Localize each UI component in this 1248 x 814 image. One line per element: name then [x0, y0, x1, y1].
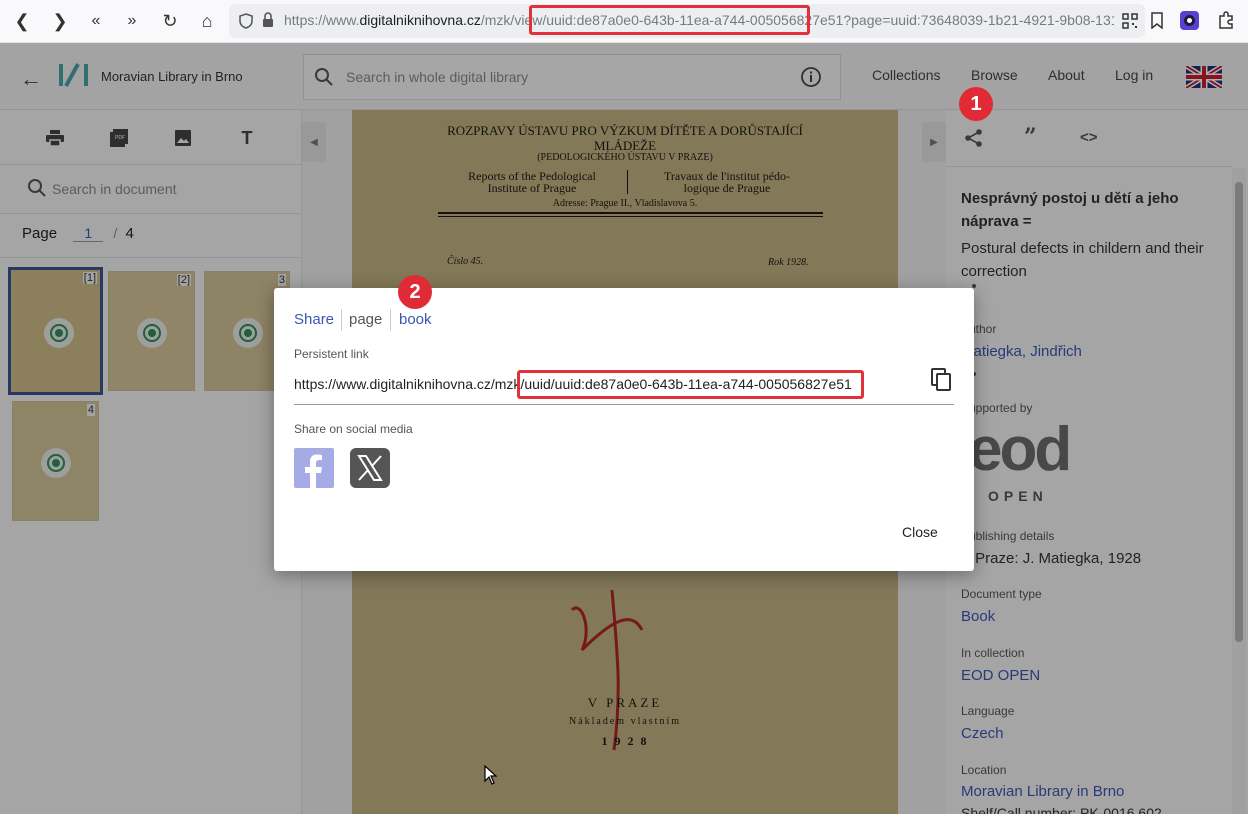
link-uuid-highlight: [517, 370, 864, 399]
shield-icon: [239, 13, 253, 29]
facebook-icon[interactable]: [294, 448, 334, 488]
forward-icon[interactable]: ❯: [45, 6, 75, 36]
tab-book[interactable]: book: [399, 311, 432, 328]
annotation-badge-2: 2: [398, 275, 432, 309]
social-label: Share on social media: [294, 422, 413, 436]
url-uuid-highlight: [529, 5, 810, 35]
back-icon[interactable]: ❮: [7, 6, 37, 36]
extension-icon[interactable]: [1180, 11, 1199, 30]
qr-code-icon[interactable]: [1122, 13, 1138, 29]
annotation-badge-1: 1: [959, 87, 993, 121]
reload-icon[interactable]: ↻: [155, 6, 185, 36]
divider: [341, 309, 342, 331]
tab-share[interactable]: Share: [294, 311, 334, 328]
lock-icon: [262, 12, 274, 28]
persistent-link-label: Persistent link: [294, 347, 369, 361]
link-underline: [294, 404, 954, 405]
first-page-icon[interactable]: «: [81, 6, 111, 36]
home-icon[interactable]: ⌂: [192, 6, 222, 36]
last-page-icon[interactable]: »: [117, 6, 147, 36]
copy-icon[interactable]: [931, 368, 953, 392]
x-twitter-icon[interactable]: [350, 448, 390, 488]
divider: [390, 309, 391, 331]
mouse-cursor-icon: [484, 764, 498, 785]
tab-page[interactable]: page: [349, 311, 382, 328]
close-button[interactable]: Close: [902, 524, 938, 540]
puzzle-icon[interactable]: [1216, 10, 1236, 30]
bookmark-icon[interactable]: [1151, 12, 1163, 30]
share-dialog: Share page book Persistent link https://…: [274, 288, 974, 571]
